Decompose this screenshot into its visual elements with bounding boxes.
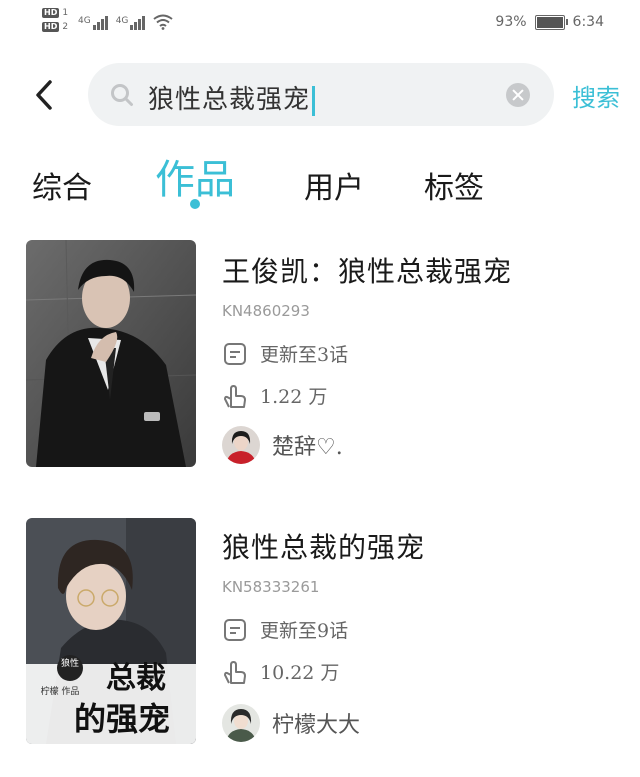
tab-comprehensive[interactable]: 综合 [32, 163, 92, 207]
update-status: 更新至9话 [222, 616, 348, 643]
search-bar[interactable]: 狼性总裁强宠 [88, 63, 554, 126]
author-name[interactable]: 楚辞♡. [272, 429, 343, 461]
back-arrow-icon[interactable] [30, 78, 58, 112]
signal-icon: 4G [78, 16, 108, 30]
result-title[interactable]: 王俊凯：狼性总裁强宠 [222, 250, 512, 290]
cover-image[interactable] [26, 240, 196, 467]
update-status: 更新至3话 [222, 340, 348, 367]
chapter-icon [224, 342, 246, 365]
tab-tags[interactable]: 标签 [424, 163, 484, 207]
result-title[interactable]: 狼性总裁的强宠 [222, 526, 425, 566]
avatar[interactable] [222, 426, 260, 464]
author[interactable]: 楚辞♡. [222, 426, 343, 464]
hd1-indicator: HD 1 [42, 8, 69, 18]
cover-author-text: 柠檬 作品 [41, 685, 80, 697]
search-icon [111, 84, 133, 106]
cover-wolf-text: 狼性 [61, 657, 79, 669]
battery-percent: 93% [495, 14, 527, 30]
like-count: 10.22 万 [222, 658, 339, 685]
signal-icon: 4G [116, 16, 146, 30]
search-button[interactable]: 搜索 [572, 78, 620, 113]
hand-icon [223, 660, 246, 684]
clear-icon[interactable] [506, 83, 530, 107]
hand-icon [223, 384, 246, 408]
avatar[interactable] [222, 704, 260, 742]
author-name[interactable]: 柠檬大大 [272, 707, 360, 739]
tab-works[interactable]: 作品 [155, 147, 235, 205]
like-count: 1.22 万 [222, 382, 327, 409]
chapter-icon [224, 618, 246, 641]
hd2-indicator: HD 2 [42, 22, 69, 32]
text-caret [312, 86, 316, 116]
cover-title-line2: 的强宠 [74, 700, 170, 738]
result-tabs: 综合 作品 用户 标签 [0, 145, 640, 215]
cover-image[interactable]: 狼性 总裁 柠檬 作品 的强宠 [26, 518, 196, 744]
cover-title-line1: 总裁 [106, 661, 166, 696]
status-bar: HD 1 HD 2 4G 4G 93% 6:34 [0, 0, 640, 52]
battery-icon [534, 14, 568, 30]
clock: 6:34 [572, 14, 604, 30]
active-tab-indicator [190, 199, 200, 209]
search-input[interactable]: 狼性总裁强宠 [148, 79, 316, 116]
result-id: KN58333261 [222, 578, 320, 596]
wifi-icon [153, 14, 174, 30]
author[interactable]: 柠檬大大 [222, 704, 360, 742]
tab-users[interactable]: 用户 [304, 163, 364, 207]
result-id: KN4860293 [222, 302, 310, 320]
